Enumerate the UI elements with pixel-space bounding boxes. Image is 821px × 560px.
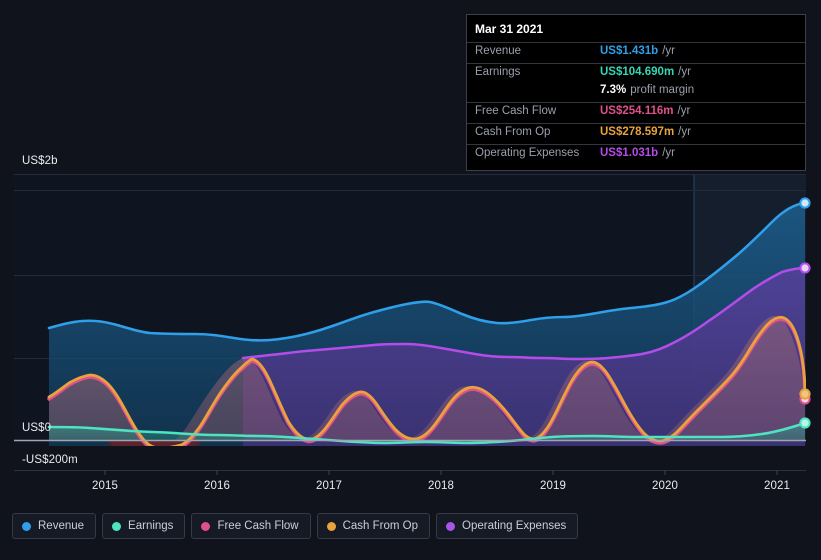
tooltip-unit-operating-expenses: /yr [662, 147, 675, 159]
legend-item-revenue[interactable]: Revenue [12, 513, 97, 539]
tooltip-unit-earnings: /yr [678, 66, 691, 78]
x-axis-label-2020: 2020 [652, 480, 678, 492]
y-axis-label-zero: US$0 [22, 422, 52, 434]
x-axis-label-2019: 2019 [540, 480, 566, 492]
x-axis-label-2017: 2017 [316, 480, 342, 492]
tooltip-unit-cash-from-op: /yr [678, 126, 691, 138]
chart-legend: Revenue Earnings Free Cash Flow Cash Fro… [12, 513, 579, 539]
tooltip-unit-revenue: /yr [662, 45, 675, 57]
legend-item-operating-expenses[interactable]: Operating Expenses [436, 513, 579, 539]
endpoint-marker-revenue[interactable] [799, 197, 811, 209]
tooltip-row-cash-from-op: Cash From Op US$278.597m /yr [467, 123, 805, 144]
endpoint-marker-cash-from-op[interactable] [799, 388, 811, 400]
y-axis-label-negative: -US$200m [22, 454, 78, 466]
tooltip-value-cash-from-op: US$278.597m [600, 126, 675, 138]
x-axis-label-2016: 2016 [204, 480, 230, 492]
endpoint-marker-opex[interactable] [799, 262, 811, 274]
tooltip-value-free-cash-flow: US$254.116m [600, 105, 674, 117]
legend-label-free-cash-flow: Free Cash Flow [217, 520, 299, 532]
legend-item-earnings[interactable]: Earnings [102, 513, 186, 539]
tooltip-key-free-cash-flow: Free Cash Flow [475, 105, 557, 117]
tooltip-key-cash-from-op: Cash From Op [475, 126, 551, 138]
legend-item-cash-from-op[interactable]: Cash From Op [316, 513, 431, 539]
tooltip-key-operating-expenses: Operating Expenses [475, 147, 580, 159]
legend-dot-operating-expenses-icon [446, 521, 456, 531]
tooltip-row-operating-expenses: Operating Expenses US$1.031b /yr [467, 144, 805, 165]
chart-tooltip: Mar 31 2021 Revenue US$1.431b /yr Earnin… [466, 14, 806, 171]
x-axis-label-2021: 2021 [764, 480, 790, 492]
tooltip-unit-free-cash-flow: /yr [677, 105, 691, 117]
tooltip-key-earnings: Earnings [475, 66, 521, 78]
legend-item-free-cash-flow[interactable]: Free Cash Flow [191, 513, 311, 539]
tooltip-row-revenue: Revenue US$1.431b /yr [467, 42, 805, 63]
tooltip-value-revenue: US$1.431b [600, 45, 659, 57]
legend-dot-earnings-icon [112, 521, 122, 531]
legend-dot-cash-from-op-icon [326, 521, 336, 531]
tooltip-value-operating-expenses: US$1.031b [600, 147, 659, 159]
tooltip-row-profit-margin: 7.3% profit margin [467, 84, 805, 102]
tooltip-row-earnings: Earnings US$104.690m /yr [467, 63, 805, 84]
tooltip-label-profit-margin: profit margin [630, 84, 695, 96]
legend-dot-revenue-icon [22, 521, 31, 531]
legend-label-operating-expenses: Operating Expenses [462, 520, 567, 532]
x-axis-label-2015: 2015 [92, 480, 118, 492]
legend-label-revenue: Revenue [38, 520, 85, 532]
tooltip-value-profit-margin: 7.3% [600, 84, 627, 96]
tooltip-value-earnings: US$104.690m [600, 66, 675, 78]
endpoint-marker-earnings[interactable] [799, 417, 811, 429]
x-axis-label-2018: 2018 [428, 480, 454, 492]
tooltip-key-revenue: Revenue [475, 45, 522, 57]
legend-dot-free-cash-flow-icon [201, 521, 211, 531]
tooltip-date: Mar 31 2021 [475, 22, 544, 36]
financials-chart: US$2b US$0 -US$200m 2015 2016 2017 2018 … [0, 0, 821, 560]
y-axis-label-top: US$2b [22, 155, 58, 167]
tooltip-row-free-cash-flow: Free Cash Flow US$254.116m /yr [467, 102, 805, 123]
legend-label-cash-from-op: Cash From Op [342, 520, 419, 532]
legend-label-earnings: Earnings [128, 520, 174, 532]
